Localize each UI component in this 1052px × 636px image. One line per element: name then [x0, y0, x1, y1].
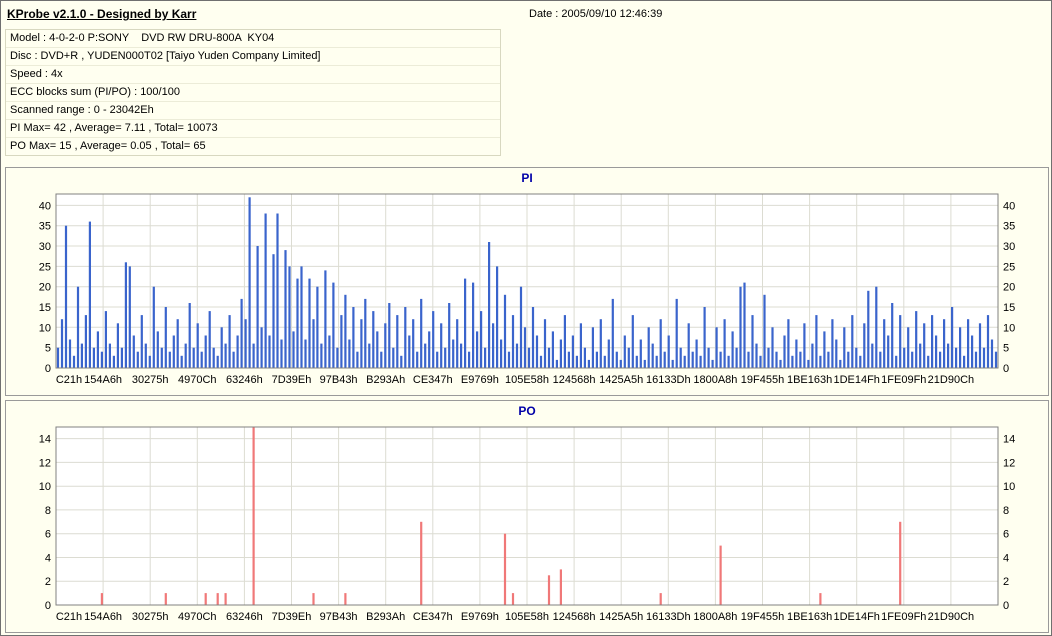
svg-text:10: 10	[39, 481, 51, 493]
svg-text:4: 4	[45, 553, 51, 565]
info-row-model: Model : 4-0-2-0 P:SONY DVD RW DRU-800A K…	[6, 30, 500, 48]
svg-text:154A6h: 154A6h	[84, 611, 122, 623]
svg-text:12: 12	[39, 457, 51, 469]
pi-chart-title: PI	[521, 171, 533, 185]
svg-text:1425A5h: 1425A5h	[599, 611, 643, 623]
svg-text:16133Dh: 16133Dh	[646, 611, 691, 623]
svg-text:40: 40	[39, 200, 51, 212]
svg-text:1DE14Fh: 1DE14Fh	[833, 374, 879, 386]
info-row-pi-stats: PI Max= 42 , Average= 7.11 , Total= 1007…	[6, 120, 500, 138]
svg-text:8: 8	[45, 505, 51, 517]
info-row-range: Scanned range : 0 - 23042Eh	[6, 102, 500, 120]
svg-text:35: 35	[1003, 221, 1015, 233]
svg-text:14: 14	[1003, 434, 1015, 446]
svg-text:4: 4	[1003, 553, 1009, 565]
pi-chart: C21h 154A6h 30275h 4970Ch 63246h 7D39Eh 97B43h…	[39, 193, 1015, 386]
svg-text:25: 25	[1003, 261, 1015, 273]
svg-text:1425A5h: 1425A5h	[599, 374, 643, 386]
info-row-speed: Speed : 4x	[6, 66, 500, 84]
svg-text:97B43h: 97B43h	[320, 611, 358, 623]
svg-text:25: 25	[39, 261, 51, 273]
svg-text:2: 2	[1003, 576, 1009, 588]
svg-text:10: 10	[1003, 322, 1015, 334]
svg-text:21D90Ch: 21D90Ch	[928, 611, 974, 623]
svg-text:20: 20	[1003, 282, 1015, 294]
svg-text:63246h: 63246h	[226, 374, 263, 386]
kprobe-window: KProbe v2.1.0 - Designed by Karr Date : …	[0, 0, 1052, 636]
svg-text:30: 30	[39, 241, 51, 253]
svg-text:19F455h: 19F455h	[741, 611, 784, 623]
svg-text:40: 40	[1003, 200, 1015, 212]
svg-text:19F455h: 19F455h	[741, 374, 784, 386]
po-chart-title: PO	[518, 404, 536, 418]
svg-text:B293Ah: B293Ah	[366, 374, 405, 386]
svg-text:124568h: 124568h	[553, 611, 596, 623]
svg-text:15: 15	[39, 302, 51, 314]
svg-text:1BE163h: 1BE163h	[787, 611, 832, 623]
svg-text:105E58h: 105E58h	[505, 611, 549, 623]
svg-text:E9769h: E9769h	[461, 374, 499, 386]
svg-text:10: 10	[1003, 481, 1015, 493]
svg-text:0: 0	[45, 363, 51, 375]
svg-text:4970Ch: 4970Ch	[178, 374, 217, 386]
svg-text:2: 2	[45, 576, 51, 588]
svg-text:124568h: 124568h	[553, 374, 596, 386]
svg-text:21D90Ch: 21D90Ch	[928, 374, 974, 386]
svg-text:1800A8h: 1800A8h	[693, 611, 737, 623]
svg-text:1FE09Fh: 1FE09Fh	[881, 374, 926, 386]
svg-text:0: 0	[1003, 363, 1009, 375]
svg-text:14: 14	[39, 434, 51, 446]
svg-text:C21h: C21h	[56, 374, 82, 386]
svg-text:8: 8	[1003, 505, 1009, 517]
header: KProbe v2.1.0 - Designed by Karr Date : …	[1, 1, 1051, 164]
svg-text:4970Ch: 4970Ch	[178, 611, 217, 623]
svg-text:6: 6	[1003, 529, 1009, 541]
svg-text:CE347h: CE347h	[413, 611, 453, 623]
info-row-disc: Disc : DVD+R , YUDEN000T02 [Taiyo Yuden …	[6, 48, 500, 66]
po-chart-panel: PO C21h 154A6h 30275h 4970Ch 63246h 7D39Eh 97B…	[5, 400, 1049, 633]
svg-text:30275h: 30275h	[132, 611, 169, 623]
svg-text:15: 15	[1003, 302, 1015, 314]
svg-text:7D39Eh: 7D39Eh	[272, 611, 312, 623]
svg-text:16133Dh: 16133Dh	[646, 374, 691, 386]
svg-text:E9769h: E9769h	[461, 611, 499, 623]
info-row-ecc: ECC blocks sum (PI/PO) : 100/100	[6, 84, 500, 102]
svg-text:B293Ah: B293Ah	[366, 611, 405, 623]
svg-text:1800A8h: 1800A8h	[693, 374, 737, 386]
app-title: KProbe v2.1.0 - Designed by Karr	[7, 7, 197, 21]
svg-text:105E58h: 105E58h	[505, 374, 549, 386]
svg-text:C21h: C21h	[56, 611, 82, 623]
svg-text:1DE14Fh: 1DE14Fh	[833, 611, 879, 623]
svg-text:20: 20	[39, 282, 51, 294]
svg-text:30275h: 30275h	[132, 374, 169, 386]
svg-text:6: 6	[45, 529, 51, 541]
svg-text:5: 5	[1003, 343, 1009, 355]
svg-text:154A6h: 154A6h	[84, 374, 122, 386]
info-row-po-stats: PO Max= 15 , Average= 0.05 , Total= 65	[10, 140, 206, 152]
svg-text:1BE163h: 1BE163h	[787, 374, 832, 386]
svg-text:35: 35	[39, 221, 51, 233]
svg-text:12: 12	[1003, 457, 1015, 469]
svg-text:5: 5	[45, 343, 51, 355]
svg-text:10: 10	[39, 322, 51, 334]
svg-text:CE347h: CE347h	[413, 374, 453, 386]
svg-text:0: 0	[45, 600, 51, 612]
svg-text:0: 0	[1003, 600, 1009, 612]
svg-text:63246h: 63246h	[226, 611, 263, 623]
svg-text:97B43h: 97B43h	[320, 374, 358, 386]
svg-text:1FE09Fh: 1FE09Fh	[881, 611, 926, 623]
po-chart: C21h 154A6h 30275h 4970Ch 63246h 7D39Eh 97B43h…	[39, 426, 1015, 623]
svg-text:7D39Eh: 7D39Eh	[272, 374, 312, 386]
date-label: Date : 2005/09/10 12:46:39	[529, 8, 663, 20]
scan-info-panel: Model : 4-0-2-0 P:SONY DVD RW DRU-800A K…	[5, 29, 501, 156]
svg-text:30: 30	[1003, 241, 1015, 253]
pi-chart-panel: PI C21h 154A6h 30275h 4970Ch 63246h 7D39Eh 97B…	[5, 167, 1049, 396]
